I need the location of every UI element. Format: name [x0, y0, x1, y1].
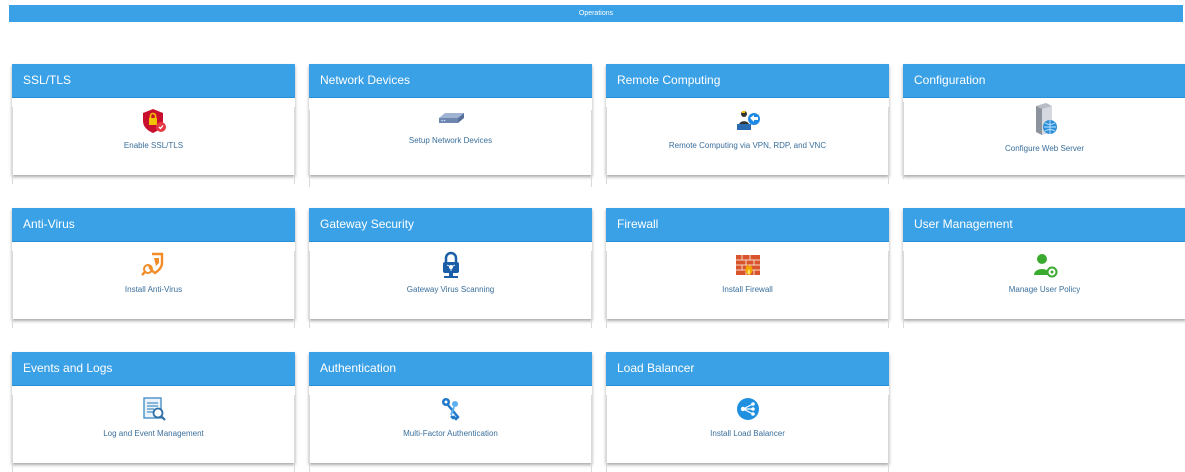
web-server-icon — [1035, 103, 1057, 135]
card-title: Remote Computing — [606, 64, 889, 98]
network-device-icon — [438, 113, 464, 123]
card-title: User Management — [903, 208, 1185, 242]
card-remote-computing[interactable]: Remote Computing Remote Computing via VP… — [606, 64, 889, 184]
antivirus-shield-icon — [140, 252, 163, 276]
card-title: SSL/TLS — [12, 64, 295, 98]
load-balancer-icon — [736, 398, 759, 420]
card-configuration[interactable]: Configuration Configure Web Server — [903, 64, 1185, 179]
firewall-icon — [735, 255, 760, 275]
card-body: Multi-Factor Authentication — [309, 395, 592, 472]
multi-factor-authentication-link[interactable]: Multi-Factor Authentication — [310, 429, 591, 438]
gateway-virus-scanning-link[interactable]: Gateway Virus Scanning — [310, 285, 591, 294]
card-body: Remote Computing via VPN, RDP, and VNC — [606, 107, 889, 184]
card-title: Anti-Virus — [12, 208, 295, 242]
card-events-and-logs[interactable]: Events and Logs Log and Event Management — [12, 352, 295, 472]
card-title: Gateway Security — [309, 208, 592, 242]
card-body: Install Anti-Virus — [12, 251, 295, 328]
card-body: Setup Network Devices — [309, 110, 592, 187]
operations-grid: SSL/TLS Enable SSL/TLS Network Devices S… — [12, 64, 1185, 472]
card-title: Authentication — [309, 352, 592, 386]
install-load-balancer-link[interactable]: Install Load Balancer — [607, 429, 888, 438]
card-body: Install Load Balancer — [606, 395, 889, 472]
install-anti-virus-link[interactable]: Install Anti-Virus — [13, 285, 294, 294]
keys-icon — [441, 398, 460, 421]
card-title: Configuration — [903, 64, 1185, 98]
log-and-event-management-link[interactable]: Log and Event Management — [13, 429, 294, 438]
remote-computing-link[interactable]: Remote Computing via VPN, RDP, and VNC — [607, 141, 888, 150]
card-body: Manage User Policy — [903, 251, 1185, 328]
card-title: Load Balancer — [606, 352, 889, 386]
card-body: Configure Web Server — [903, 102, 1185, 179]
card-body: Gateway Virus Scanning — [309, 251, 592, 328]
shield-lock-icon — [142, 109, 166, 133]
card-body: Enable SSL/TLS — [12, 107, 295, 184]
install-firewall-link[interactable]: Install Firewall — [607, 285, 888, 294]
card-anti-virus[interactable]: Anti-Virus Install Anti-Virus — [12, 208, 295, 328]
card-title: Network Devices — [309, 64, 592, 98]
gateway-lock-icon — [442, 251, 459, 278]
remote-computing-icon — [736, 111, 760, 130]
operations-header: Operations — [9, 5, 1183, 22]
card-network-devices[interactable]: Network Devices Setup Network Devices — [309, 64, 592, 187]
card-ssl-tls[interactable]: SSL/TLS Enable SSL/TLS — [12, 64, 295, 184]
user-settings-icon — [1033, 254, 1057, 278]
card-firewall[interactable]: Firewall Install Firewall — [606, 208, 889, 328]
manage-user-policy-link[interactable]: Manage User Policy — [904, 285, 1185, 294]
card-title: Events and Logs — [12, 352, 295, 386]
log-search-icon — [142, 397, 166, 421]
card-title: Firewall — [606, 208, 889, 242]
card-load-balancer[interactable]: Load Balancer Install Load Balancer — [606, 352, 889, 472]
card-body: Install Firewall — [606, 251, 889, 328]
card-authentication[interactable]: Authentication Multi-Factor Authenticati… — [309, 352, 592, 472]
setup-network-devices-link[interactable]: Setup Network Devices — [310, 136, 591, 145]
card-user-management[interactable]: User Management Manage User Policy — [903, 208, 1185, 328]
enable-ssl-tls-link[interactable]: Enable SSL/TLS — [13, 141, 294, 150]
configure-web-server-link[interactable]: Configure Web Server — [904, 144, 1185, 153]
card-gateway-security[interactable]: Gateway Security Gateway Virus Scanning — [309, 208, 592, 328]
card-body: Log and Event Management — [12, 395, 295, 472]
